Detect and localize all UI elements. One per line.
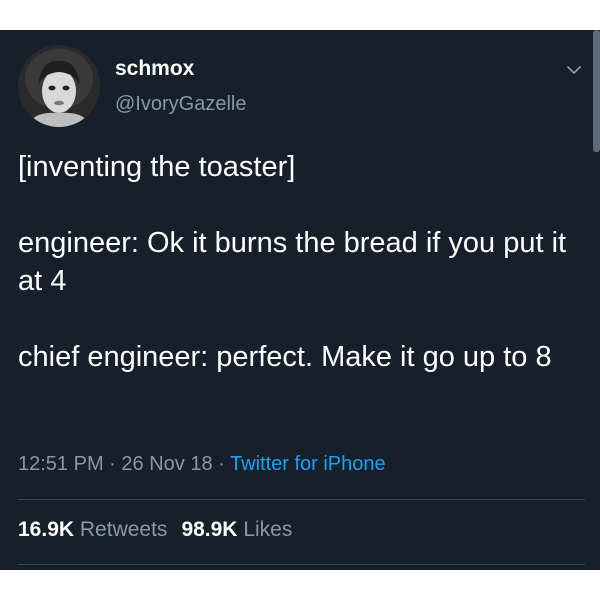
- likes-count: 98.9K: [181, 518, 238, 541]
- retweets-count: 16.9K: [18, 518, 75, 541]
- chevron-down-icon-glyph: [567, 66, 581, 74]
- meta-separator: ·: [218, 453, 225, 475]
- divider: [18, 499, 585, 500]
- user-handle[interactable]: @IvoryGazelle: [115, 93, 246, 116]
- tweet-text: [inventing the toaster] engineer: Ok it …: [18, 148, 586, 376]
- chevron-down-icon[interactable]: [562, 58, 586, 82]
- avatar[interactable]: [18, 45, 100, 127]
- likes-stat[interactable]: 98.9K Likes: [181, 518, 292, 541]
- tweet-stats: 16.9K Retweets 98.9K Likes: [18, 518, 292, 542]
- tweet-source-link[interactable]: Twitter for iPhone: [230, 453, 386, 475]
- tweet-date[interactable]: 26 Nov 18: [121, 453, 212, 475]
- page: schmox @IvoryGazelle [inventing the toas…: [0, 0, 600, 600]
- tweet-metadata: 12:51 PM · 26 Nov 18 · Twitter for iPhon…: [18, 453, 386, 476]
- avatar-image: [18, 45, 100, 127]
- tweet-card: schmox @IvoryGazelle [inventing the toas…: [0, 30, 600, 570]
- tweet-paragraph: engineer: Ok it burns the bread if you p…: [18, 227, 567, 297]
- tweet-paragraph: chief engineer: perfect. Make it go up t…: [18, 341, 552, 373]
- scrollbar[interactable]: [593, 30, 600, 152]
- retweets-label: Retweets: [79, 518, 168, 541]
- meta-separator: ·: [109, 453, 116, 475]
- divider: [18, 564, 585, 565]
- tweet-paragraph: [inventing the toaster]: [18, 151, 296, 183]
- display-name[interactable]: schmox: [115, 57, 194, 81]
- tweet-time[interactable]: 12:51 PM: [18, 453, 104, 475]
- likes-label: Likes: [243, 518, 293, 541]
- retweets-stat[interactable]: 16.9K Retweets: [18, 518, 167, 541]
